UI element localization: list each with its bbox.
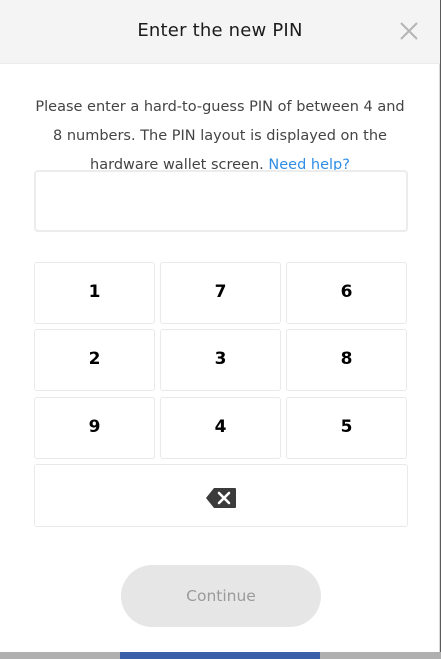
key-label: 1: [88, 282, 101, 302]
key-label: 7: [214, 282, 227, 302]
keypad-key[interactable]: 8: [286, 329, 407, 391]
dialog-description: Please enter a hard-to-guess PIN of betw…: [30, 93, 410, 180]
key-label: 4: [214, 417, 227, 437]
keypad-key[interactable]: 4: [160, 397, 281, 459]
keypad-key[interactable]: 3: [160, 329, 281, 391]
pin-input[interactable]: [34, 170, 408, 232]
background-accent: [120, 652, 320, 659]
key-label: 2: [88, 349, 101, 369]
dialog-header: Enter the new PIN: [0, 0, 440, 64]
close-icon: [400, 22, 418, 40]
keypad-key[interactable]: 5: [286, 397, 407, 459]
continue-button[interactable]: Continue: [121, 565, 321, 627]
backspace-button[interactable]: [34, 464, 408, 527]
keypad-key[interactable]: 2: [34, 329, 155, 391]
key-label: 3: [214, 349, 227, 369]
background-strip: [0, 652, 441, 659]
keypad-key[interactable]: 1: [34, 262, 155, 324]
backspace-icon: [206, 488, 236, 508]
key-label: 5: [340, 417, 353, 437]
keypad-key[interactable]: 9: [34, 397, 155, 459]
keypad-key[interactable]: 6: [286, 262, 407, 324]
pin-dialog: Enter the new PIN Please enter a hard-to…: [0, 0, 440, 659]
dialog-title: Enter the new PIN: [137, 20, 303, 41]
key-label: 9: [88, 417, 101, 437]
key-label: 6: [340, 282, 353, 302]
key-label: 8: [340, 349, 353, 369]
close-button[interactable]: [396, 18, 422, 44]
keypad-key[interactable]: 7: [160, 262, 281, 324]
